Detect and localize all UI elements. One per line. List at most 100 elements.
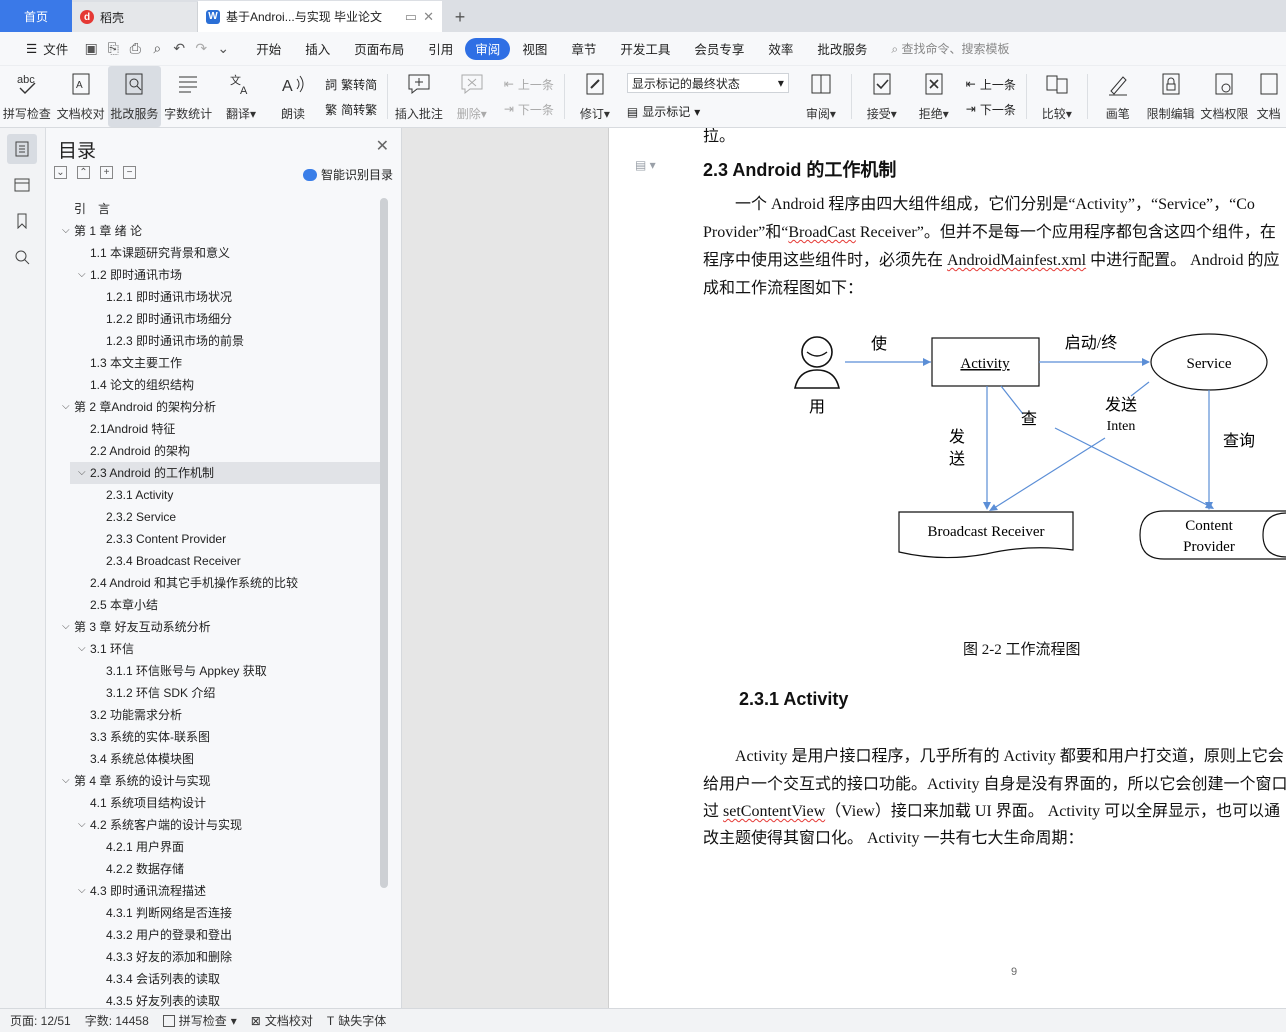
more-icon[interactable]: ⌄ [212,40,234,57]
menu-review[interactable]: 审阅 [465,37,511,60]
tab-home[interactable]: 首页 [0,0,72,32]
toc-item[interactable]: 2.3.2 Service [46,506,380,528]
toc-item[interactable]: 4.3.2 用户的登录和登出 [46,924,380,946]
doc-more-button[interactable]: 文档 [1251,66,1286,127]
chevron-down-icon[interactable]: ⌵ [62,220,70,242]
prev-comment-button[interactable]: ⇤ 上一条 [504,76,554,93]
delete-comment-button[interactable]: 删除▾ [446,66,498,127]
toc-item[interactable]: 1.4 论文的组织结构 [46,374,380,396]
chevron-down-icon[interactable]: ⌵ [62,616,70,638]
undo-icon[interactable]: ↶ [168,40,190,57]
menu-correction[interactable]: 批改服务 [805,38,879,60]
toc-item[interactable]: 1.2.2 即时通讯市场细分 [46,308,380,330]
file-menu[interactable]: ☰ 文件 [14,38,80,60]
new-tab-button[interactable]: + [442,2,478,32]
chevron-down-icon[interactable]: ⌵ [62,770,70,792]
toc-item[interactable]: 3.3 系统的实体-联系图 [46,726,380,748]
toc-item[interactable]: 1.2.3 即时通讯市场的前景 [46,330,380,352]
toc-item[interactable]: 2.3.3 Content Provider [46,528,380,550]
menu-efficiency[interactable]: 效率 [756,38,805,60]
toc-item[interactable]: 4.3.5 好友列表的读取 [46,990,380,1008]
chevron-down-icon[interactable]: ⌵ [78,814,86,836]
smart-toc-button[interactable]: 智能识别目录 [302,166,393,183]
monitor-icon[interactable]: ▭ [405,9,417,25]
chevron-down-icon[interactable]: ⌵ [78,880,86,902]
toc-item[interactable]: ⌵ 第 1 章 绪 论 [46,220,380,242]
document-page[interactable]: ▤ ▾ 拉。 2.3 Android 的工作机制 一个 Android 程序由四… [608,128,1286,1008]
toc-item[interactable]: 4.2.2 数据存储 [46,858,380,880]
doc-permission-button[interactable]: 文档权限 [1198,66,1252,127]
toc-item[interactable]: ⌵ 1.2 即时通讯市场 [46,264,380,286]
reject-button[interactable]: 拒绝▾ [908,66,960,127]
menu-reference[interactable]: 引用 [416,38,465,60]
tab-daoke[interactable]: d 稻壳 [72,2,198,32]
menu-start[interactable]: 开始 [244,38,293,60]
add-heading-icon[interactable]: + [100,166,113,179]
page-indicator[interactable]: 页面: 12/51 [10,1012,71,1029]
proof-status[interactable]: ⊠ 文档校对 [251,1012,313,1029]
export-icon[interactable]: ⎘ [102,40,124,57]
toc-item[interactable]: ⌵ 第 2 章Android 的架构分析 [46,396,380,418]
correction-service-button[interactable]: 批改服务 [107,66,162,127]
simp-to-trad-button[interactable]: 繁简转繁 [325,101,377,118]
redo-icon[interactable]: ↷ [190,40,212,57]
chevron-down-icon[interactable]: ⌵ [78,638,86,660]
trad-to-simp-button[interactable]: 詞繁转简 [325,76,377,93]
toc-item[interactable]: 4.2.1 用户界面 [46,836,380,858]
toc-item[interactable]: 4.3.4 会话列表的读取 [46,968,380,990]
insert-comment-button[interactable]: 插入批注 [392,66,446,127]
next-comment-button[interactable]: ⇥ 下一条 [504,101,554,118]
toc-item[interactable]: 引 言 [46,198,380,220]
toc-item[interactable]: 2.2 Android 的架构 [46,440,380,462]
restrict-edit-button[interactable]: 限制编辑 [1144,66,1198,127]
chevron-down-icon[interactable]: ⌵ [62,396,70,418]
toc-item[interactable]: ⌵ 2.3 Android 的工作机制 [70,462,380,484]
preview-icon[interactable]: ⌕ [146,40,168,57]
prev-change-button[interactable]: ⇤ 上一条 [966,76,1016,93]
toc-item[interactable]: 1.1 本课题研究背景和意义 [46,242,380,264]
toc-item[interactable]: 4.3.1 判断网络是否连接 [46,902,380,924]
save-icon[interactable]: ▣ [80,40,102,57]
chevron-down-icon[interactable]: ⌵ [78,264,86,286]
pen-button[interactable]: 画笔 [1092,66,1144,127]
find-icon[interactable] [7,242,37,272]
track-changes-button[interactable]: 修订▾ [569,66,621,127]
toc-item[interactable]: 2.4 Android 和其它手机操作系统的比较 [46,572,380,594]
show-markup-button[interactable]: ▤ 显示标记 ▾ [627,103,789,120]
markup-display-select[interactable]: 显示标记的最终状态 ▾ [626,73,789,93]
remove-heading-icon[interactable]: − [123,166,136,179]
bookmark-icon[interactable] [7,206,37,236]
toc-item[interactable]: ⌵ 4.2 系统客户端的设计与实现 [46,814,380,836]
word-count-button[interactable]: 字数统计 [161,66,215,127]
print-icon[interactable]: ⎙ [124,40,146,57]
toc-item[interactable]: 2.1Android 特征 [46,418,380,440]
menu-member[interactable]: 会员专享 [682,38,756,60]
menu-chapter[interactable]: 章节 [559,38,608,60]
toc-item[interactable]: ⌵ 4.3 即时通讯流程描述 [46,880,380,902]
chapter-nav-icon[interactable] [7,170,37,200]
toc-item[interactable]: ⌵ 第 3 章 好友互动系统分析 [46,616,380,638]
translate-button[interactable]: 文A 翻译▾ [215,66,267,127]
compare-button[interactable]: 比较▾ [1031,66,1083,127]
menu-insert[interactable]: 插入 [293,38,342,60]
toc-item[interactable]: ⌵ 第 4 章 系统的设计与实现 [46,770,380,792]
menu-view[interactable]: 视图 [510,38,559,60]
toc-scrollbar[interactable] [380,198,388,888]
toc-item[interactable]: 4.1 系统项目结构设计 [46,792,380,814]
toc-item[interactable]: 2.3.1 Activity [46,484,380,506]
toc-item[interactable]: 3.4 系统总体模块图 [46,748,380,770]
spell-check-toggle[interactable]: 拼写检查 ▾ [162,1012,237,1029]
tab-document[interactable]: W 基于Androi...与实现 毕业论文 ▭ ✕ [198,1,442,32]
close-icon[interactable]: ✕ [376,136,389,156]
paragraph-marker-icon[interactable]: ▤ ▾ [635,158,656,172]
toc-item[interactable]: ⌵ 3.1 环信 [46,638,380,660]
toc-item[interactable]: 3.2 功能需求分析 [46,704,380,726]
next-change-button[interactable]: ⇥ 下一条 [966,101,1016,118]
collapse-all-icon[interactable]: ⌃ [77,166,90,179]
close-tab-icon[interactable]: ✕ [423,9,434,25]
word-count-indicator[interactable]: 字数: 14458 [85,1012,149,1029]
missing-font-status[interactable]: T 缺失字体 [327,1012,386,1029]
toc-pane-icon[interactable] [7,134,37,164]
doc-proof-button[interactable]: A 文档校对 [54,66,108,127]
accept-button[interactable]: 接受▾ [856,66,908,127]
